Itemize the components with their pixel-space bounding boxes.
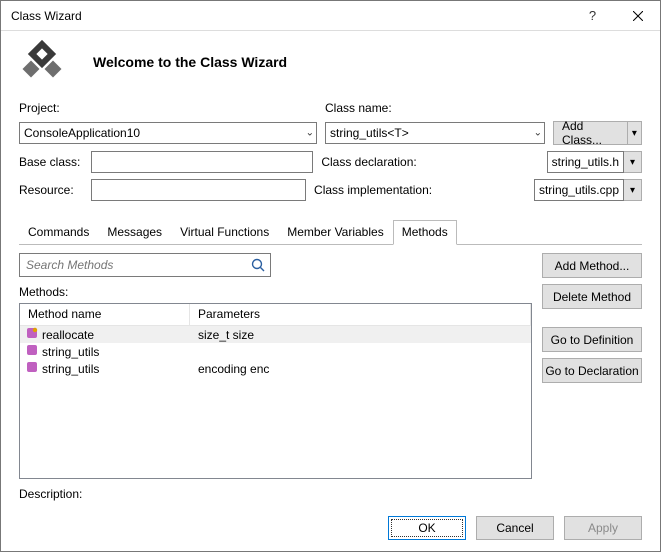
close-button[interactable]	[615, 1, 660, 31]
methods-label: Methods:	[19, 285, 532, 299]
titlebar: Class Wizard ?	[1, 1, 660, 31]
class-declaration-dropdown-button[interactable]: ▾	[624, 151, 642, 173]
welcome-heading: Welcome to the Class Wizard	[93, 54, 287, 70]
add-class-button[interactable]: Add Class...	[553, 121, 628, 145]
column-parameters[interactable]: Parameters	[190, 304, 531, 325]
go-to-definition-button[interactable]: Go to Definition	[542, 327, 642, 352]
ok-button[interactable]: OK	[388, 516, 466, 540]
method-parameters: encoding enc	[190, 362, 531, 376]
header: Welcome to the Class Wizard	[1, 31, 660, 101]
method-name: reallocate	[42, 328, 94, 342]
listview-header: Method name Parameters	[20, 304, 531, 326]
class-implementation-dropdown-button[interactable]: ▾	[624, 179, 642, 201]
class-declaration-field[interactable]: string_utils.h	[547, 151, 624, 173]
base-class-field	[91, 151, 313, 173]
chevron-down-icon: ▾	[632, 128, 637, 139]
method-icon	[26, 361, 38, 376]
search-methods-input[interactable]	[24, 257, 250, 273]
class-wizard-dialog: Class Wizard ? Welcome to the Class Wiza…	[0, 0, 661, 552]
apply-button: Apply	[564, 516, 642, 540]
project-dropdown[interactable]: ConsoleApplication10 ⌄	[19, 122, 317, 144]
close-icon	[633, 11, 643, 21]
tab-strip: Commands Messages Virtual Functions Memb…	[19, 219, 642, 245]
chevron-down-icon: ▾	[630, 157, 635, 168]
window-title: Class Wizard	[11, 9, 570, 23]
add-method-button[interactable]: Add Method...	[542, 253, 642, 278]
method-row[interactable]: reallocate size_t size	[20, 326, 531, 343]
project-label: Project:	[19, 101, 60, 115]
delete-method-button[interactable]: Delete Method	[542, 284, 642, 309]
class-name-value: string_utils<T>	[330, 126, 409, 140]
listview-body: reallocatesize_t sizestring_utilsstring_…	[20, 326, 531, 478]
description-label: Description:	[19, 487, 532, 501]
search-methods-box[interactable]	[19, 253, 271, 277]
method-parameters: size_t size	[190, 328, 531, 342]
go-to-declaration-button[interactable]: Go to Declaration	[542, 358, 642, 383]
tab-commands[interactable]: Commands	[19, 220, 98, 245]
dialog-footer: OK Cancel Apply	[1, 505, 660, 551]
project-value: ConsoleApplication10	[24, 126, 140, 140]
add-class-dropdown-button[interactable]: ▾	[628, 121, 642, 145]
resource-label: Resource:	[19, 183, 91, 197]
column-method-name[interactable]: Method name	[20, 304, 190, 325]
search-icon	[250, 257, 266, 273]
methods-listview[interactable]: Method name Parameters reallocate size_t …	[19, 303, 532, 479]
method-name: string_utils	[42, 362, 99, 376]
class-implementation-field[interactable]: string_utils.cpp	[534, 179, 624, 201]
content-area: Project: Class name: ConsoleApplication1…	[1, 101, 660, 505]
method-icon	[26, 344, 38, 359]
tab-body-methods: Methods: Method name Parameters realloca…	[19, 245, 642, 505]
class-implementation-value: string_utils.cpp	[539, 183, 619, 197]
method-name: string_utils	[42, 345, 99, 359]
class-implementation-label: Class implementation:	[314, 183, 526, 197]
chevron-down-icon: ▾	[630, 185, 635, 196]
base-class-label: Base class:	[19, 155, 91, 169]
class-declaration-value: string_utils.h	[552, 155, 619, 169]
add-class-split-button[interactable]: Add Class... ▾	[553, 121, 642, 145]
wizard-logo-icon	[19, 39, 65, 85]
cancel-button[interactable]: Cancel	[476, 516, 554, 540]
method-row[interactable]: string_utils encoding enc	[20, 360, 531, 377]
class-name-dropdown[interactable]: string_utils<T> ⌄	[325, 122, 545, 144]
help-button[interactable]: ?	[570, 1, 615, 31]
method-row[interactable]: string_utils	[20, 343, 531, 360]
class-name-label: Class name:	[325, 101, 392, 115]
tab-member-variables[interactable]: Member Variables	[278, 220, 392, 245]
class-declaration-label: Class declaration:	[321, 155, 538, 169]
method-icon	[26, 327, 38, 342]
chevron-down-icon: ⌄	[306, 128, 314, 139]
chevron-down-icon: ⌄	[534, 128, 542, 139]
tab-virtual-functions[interactable]: Virtual Functions	[171, 220, 278, 245]
tab-methods[interactable]: Methods	[393, 220, 457, 245]
tab-messages[interactable]: Messages	[98, 220, 171, 245]
resource-field	[91, 179, 306, 201]
